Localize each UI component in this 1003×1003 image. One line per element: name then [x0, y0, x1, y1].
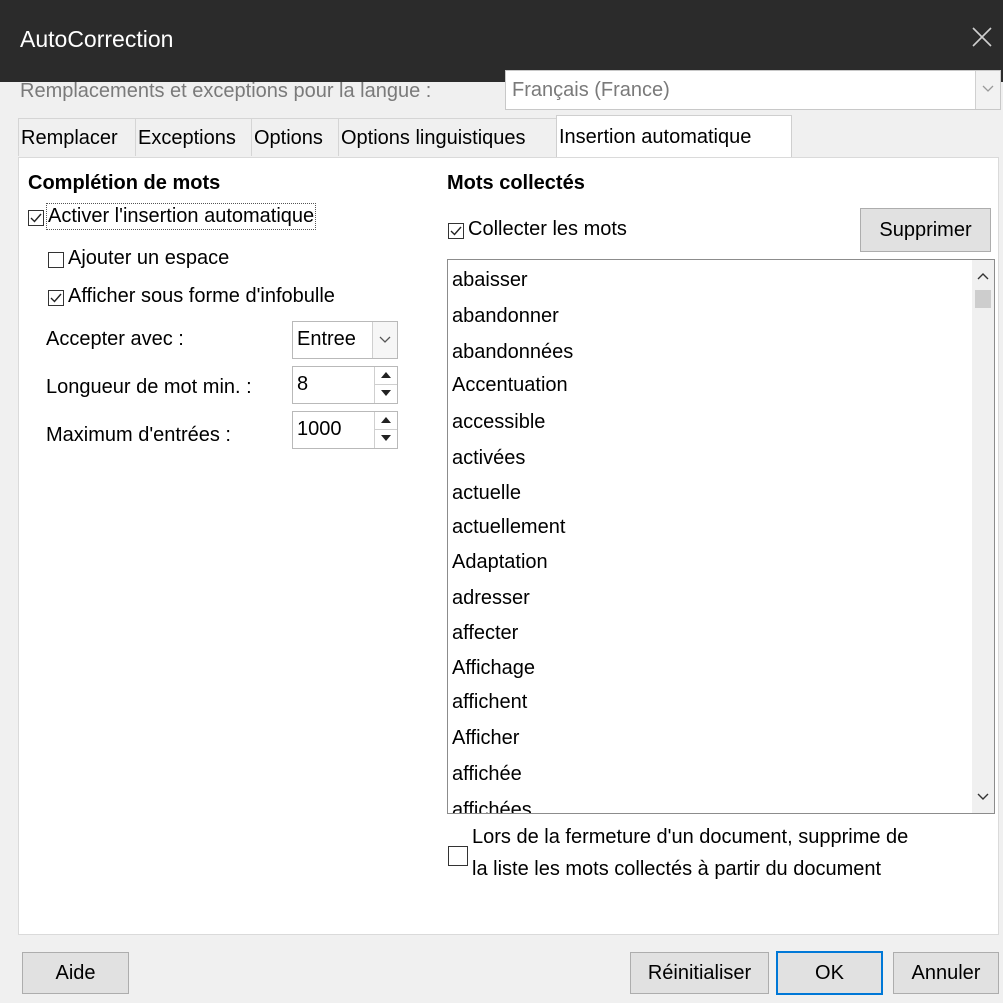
spin-down-icon[interactable] — [375, 430, 397, 448]
language-select[interactable]: Français (France) — [505, 70, 1001, 110]
close-icon[interactable] — [969, 24, 995, 50]
chevron-down-icon[interactable] — [977, 793, 989, 801]
collect-words-label[interactable]: Collecter les mots — [468, 218, 627, 241]
list-item[interactable]: Afficher — [452, 720, 519, 756]
list-item[interactable]: accessible — [452, 404, 545, 440]
ok-button[interactable]: OK — [776, 951, 883, 995]
tab-options-linguistiques[interactable]: Options linguistiques — [338, 118, 557, 156]
reset-button[interactable]: Réinitialiser — [630, 952, 769, 994]
enable-autocomplete-checkbox[interactable] — [28, 210, 44, 226]
chevron-up-icon[interactable] — [977, 272, 989, 280]
word-completion-heading: Complétion de mots — [28, 172, 221, 194]
collected-words-list[interactable]: abaisser abandonner abandonnées Accentua… — [447, 259, 995, 814]
chevron-down-icon[interactable] — [372, 322, 397, 358]
list-item[interactable]: affichées — [452, 792, 532, 813]
collected-words-heading: Mots collectés — [447, 172, 585, 194]
spin-up-icon[interactable] — [375, 412, 397, 430]
list-item[interactable]: Adaptation — [452, 544, 548, 580]
delete-button[interactable]: Supprimer — [860, 208, 991, 252]
max-entries-value: 1000 — [297, 418, 342, 440]
list-item[interactable]: actuellement — [452, 509, 565, 545]
remove-on-close-checkbox[interactable] — [448, 846, 468, 866]
list-item[interactable]: activées — [452, 440, 525, 476]
add-space-checkbox[interactable] — [48, 252, 64, 268]
list-item[interactable]: abaisser — [452, 262, 528, 298]
remove-on-close-label-line2[interactable]: la liste les mots collectés à partir du … — [472, 858, 881, 881]
list-item[interactable]: Accentuation — [452, 367, 568, 403]
list-item[interactable]: abandonner — [452, 298, 559, 334]
max-entries-spinner[interactable]: 1000 — [292, 411, 398, 449]
min-word-length-spinner[interactable]: 8 — [292, 366, 398, 404]
list-item[interactable]: affichent — [452, 684, 527, 720]
tab-remplacer[interactable]: Remplacer — [18, 118, 136, 156]
min-word-length-label: Longueur de mot min. : — [46, 376, 252, 398]
list-item[interactable]: affecter — [452, 615, 518, 651]
list-item[interactable]: adresser — [452, 580, 530, 616]
list-item[interactable]: affichée — [452, 756, 522, 792]
checkmark-icon — [450, 226, 462, 236]
scrollbar-thumb[interactable] — [975, 290, 991, 308]
collect-words-checkbox[interactable] — [448, 223, 464, 239]
tab-exceptions[interactable]: Exceptions — [135, 118, 252, 156]
show-tooltip-checkbox[interactable] — [48, 290, 64, 306]
remove-on-close-label-line1[interactable]: Lors de la fermeture d'un document, supp… — [472, 826, 908, 849]
list-item[interactable]: actuelle — [452, 475, 521, 511]
show-tooltip-label[interactable]: Afficher sous forme d'infobulle — [68, 285, 335, 308]
cancel-button[interactable]: Annuler — [893, 952, 999, 994]
accept-with-select[interactable]: Entree — [292, 321, 398, 359]
window-title: AutoCorrection — [20, 26, 174, 52]
max-entries-label: Maximum d'entrées : — [46, 424, 231, 446]
add-space-label[interactable]: Ajouter un espace — [68, 247, 229, 270]
checkmark-icon — [30, 213, 42, 223]
spin-down-icon[interactable] — [375, 385, 397, 403]
chevron-down-icon[interactable] — [975, 71, 1000, 109]
vertical-scrollbar[interactable] — [972, 260, 994, 813]
language-label: Remplacements et exceptions pour la lang… — [20, 80, 432, 102]
tab-insertion-automatique[interactable]: Insertion automatique — [556, 115, 792, 157]
language-value: Français (France) — [512, 79, 670, 101]
min-word-length-value: 8 — [297, 373, 309, 395]
help-button[interactable]: Aide — [22, 952, 129, 994]
enable-autocomplete-label[interactable]: Activer l'insertion automatique — [45, 203, 317, 230]
tab-options[interactable]: Options — [251, 118, 339, 156]
checkmark-icon — [50, 293, 62, 303]
accept-with-label: Accepter avec : — [46, 328, 184, 350]
list-item[interactable]: abandonnées — [452, 334, 573, 370]
accept-with-value: Entree — [297, 328, 356, 350]
list-item[interactable]: Affichage — [452, 650, 535, 686]
spin-up-icon[interactable] — [375, 367, 397, 385]
